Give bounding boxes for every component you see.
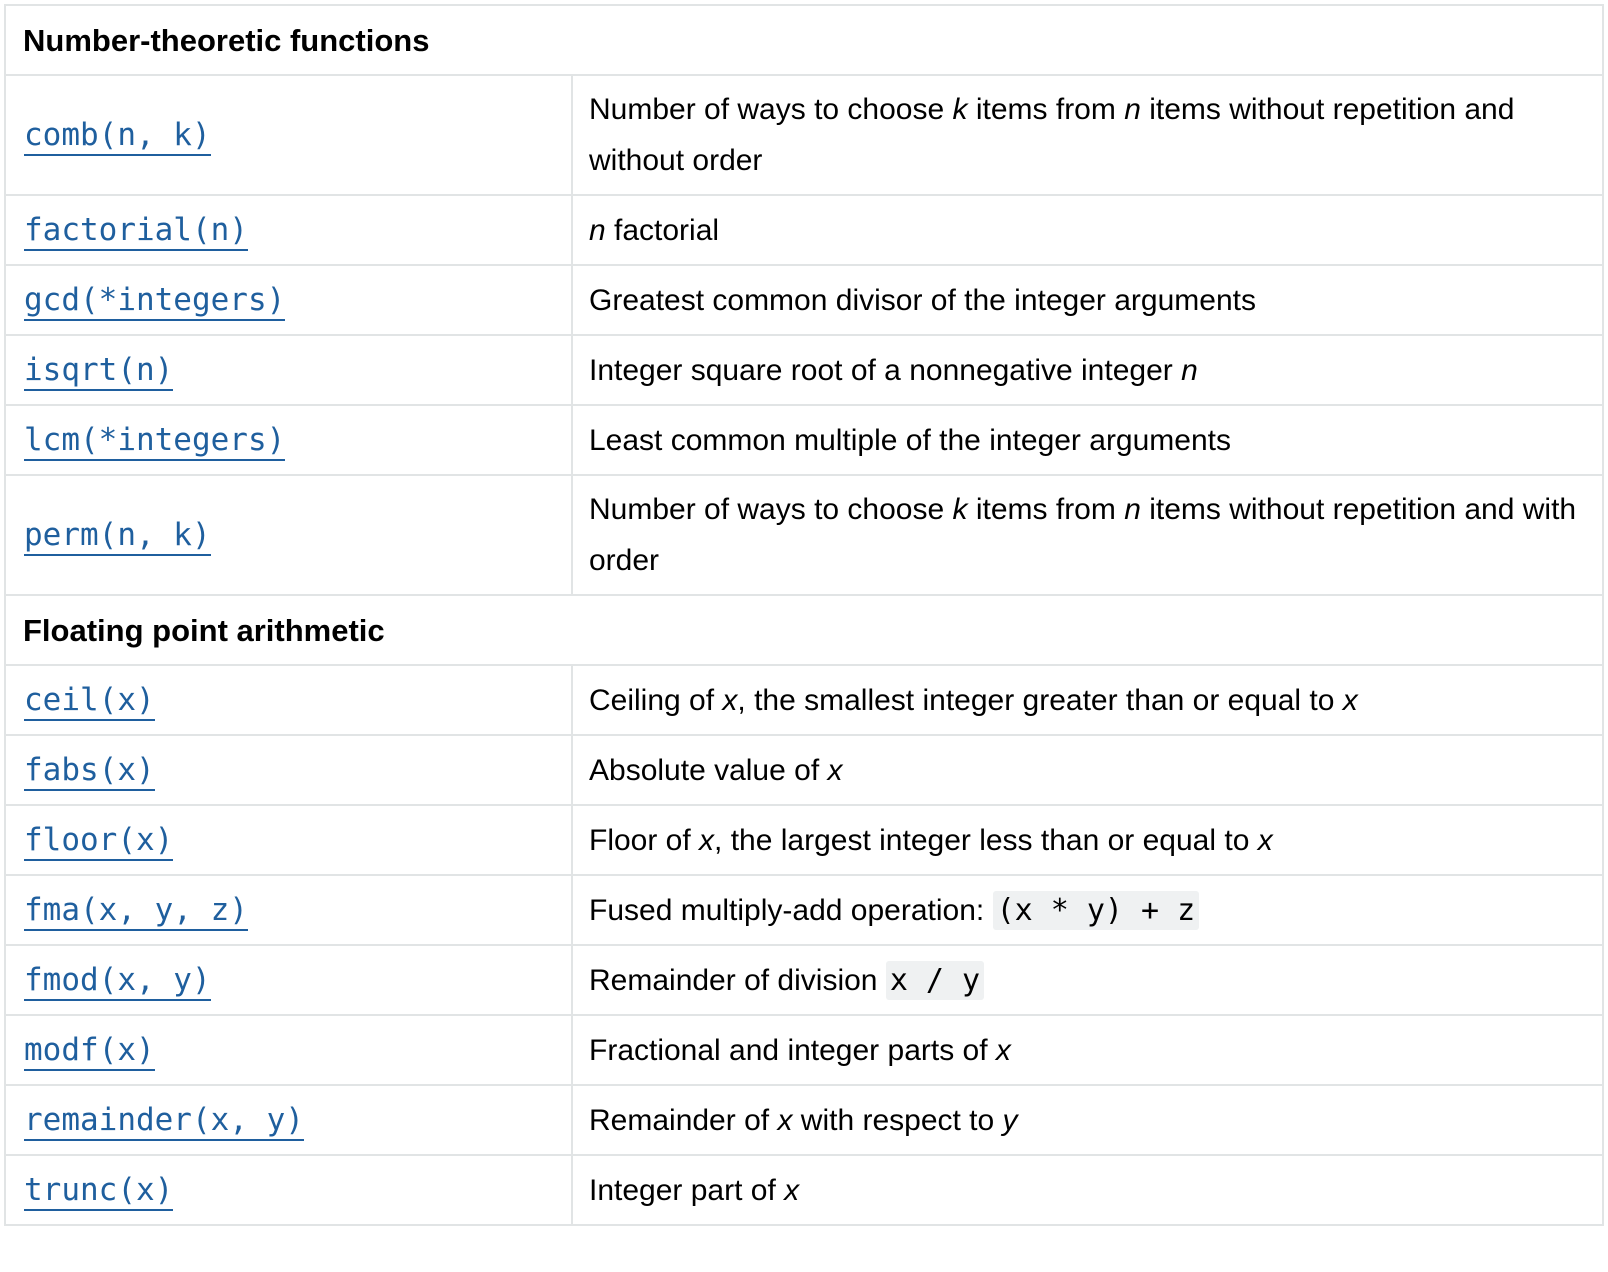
section-header-row: Number-theoretic functions (4, 4, 1604, 76)
table-row: fma(x, y, z) Fused multiply-add operation… (4, 874, 1604, 946)
table-row: factorial(n) n factorial (4, 194, 1604, 266)
math-variable: n (1124, 93, 1141, 126)
math-variable: x (699, 823, 715, 857)
table-row: lcm(*integers) Least common multiple of t… (4, 404, 1604, 476)
description-cell: Integer part of x (571, 1154, 1604, 1226)
table-row: fmod(x, y) Remainder of division x / y (4, 944, 1604, 1016)
function-cell: ceil(x) (4, 664, 573, 736)
table-row: gcd(*integers) Greatest common divisor of… (4, 264, 1604, 336)
function-cell: factorial(n) (4, 194, 573, 266)
function-cell: lcm(*integers) (4, 404, 573, 476)
table-row: comb(n, k) Number of ways to choose k ite… (4, 74, 1604, 196)
description-text: Ceiling of (589, 683, 723, 717)
function-cell: gcd(*integers) (4, 264, 573, 336)
function-link[interactable]: fmod(x, y) (24, 961, 211, 1001)
description-text: Remainder of division (589, 963, 886, 997)
table-row: remainder(x, y) Remainder of x with respe… (4, 1084, 1604, 1156)
math-variable: n (1124, 493, 1141, 526)
table-row: isqrt(n) Integer square root of a nonnega… (4, 334, 1604, 406)
function-link[interactable]: isqrt(n) (24, 351, 174, 391)
description-text: items from (967, 493, 1125, 526)
table-row: floor(x) Floor of x, the largest integer … (4, 804, 1604, 876)
table-row: fabs(x) Absolute value of x (4, 734, 1604, 806)
description-text: Integer square root of a nonnegative int… (589, 353, 1182, 387)
math-variable: y (1002, 1103, 1018, 1137)
description-cell: Least common multiple of the integer arg… (571, 404, 1604, 476)
description-text: factorial (605, 213, 720, 247)
function-link[interactable]: perm(n, k) (24, 516, 211, 556)
description-text: Remainder of (589, 1103, 778, 1137)
description-text: Fractional and integer parts of (589, 1033, 996, 1067)
section-title: Floating point arithmetic (4, 594, 1604, 666)
function-link[interactable]: modf(x) (24, 1031, 155, 1071)
function-cell: isqrt(n) (4, 334, 573, 406)
function-link[interactable]: ceil(x) (24, 681, 155, 721)
description-cell: n factorial (571, 194, 1604, 266)
description-text: Number of ways to choose (589, 93, 953, 126)
function-link[interactable]: fabs(x) (24, 751, 155, 791)
math-variable: x (722, 683, 738, 717)
function-cell: comb(n, k) (4, 74, 573, 196)
description-text: Greatest common divisor of the integer a… (589, 283, 1256, 317)
function-link[interactable]: fma(x, y, z) (24, 891, 248, 931)
function-link[interactable]: floor(x) (24, 821, 174, 861)
description-text: items from (967, 93, 1125, 126)
math-variable: x (827, 753, 843, 787)
description-cell: Number of ways to choose k items from n … (571, 74, 1604, 196)
description-cell: Fused multiply-add operation: (x * y) + … (571, 874, 1604, 946)
description-text: Least common multiple of the integer arg… (589, 423, 1231, 457)
description-cell: Absolute value of x (571, 734, 1604, 806)
math-variable: x (995, 1033, 1011, 1067)
table-row: trunc(x) Integer part of x (4, 1154, 1604, 1226)
description-text: Floor of (589, 823, 700, 857)
function-cell: remainder(x, y) (4, 1084, 573, 1156)
section-title: Number-theoretic functions (4, 4, 1604, 76)
math-variable: n (589, 213, 606, 247)
function-cell: trunc(x) (4, 1154, 573, 1226)
math-variable: x (784, 1173, 800, 1207)
description-cell: Number of ways to choose k items from n … (571, 474, 1604, 596)
function-cell: floor(x) (4, 804, 573, 876)
math-variable: x (1257, 823, 1273, 857)
description-cell: Floor of x, the largest integer less tha… (571, 804, 1604, 876)
function-link[interactable]: remainder(x, y) (24, 1101, 304, 1141)
math-variable: x (1342, 683, 1358, 717)
inline-code: x / y (885, 960, 985, 1000)
description-cell: Fractional and integer parts of x (571, 1014, 1604, 1086)
function-link[interactable]: lcm(*integers) (24, 421, 286, 461)
function-link[interactable]: trunc(x) (24, 1171, 174, 1211)
description-cell: Greatest common divisor of the integer a… (571, 264, 1604, 336)
function-link[interactable]: comb(n, k) (24, 116, 211, 156)
table-row: modf(x) Fractional and integer parts of x (4, 1014, 1604, 1086)
function-table: Number-theoretic functions comb(n, k) Numb… (4, 4, 1604, 1226)
description-cell: Integer square root of a nonnegative int… (571, 334, 1604, 406)
description-text: Integer part of (589, 1173, 785, 1207)
math-variable: k (952, 93, 968, 126)
description-text: Fused multiply-add operation: (589, 893, 993, 927)
table-row: ceil(x) Ceiling of x, the smallest intege… (4, 664, 1604, 736)
function-cell: modf(x) (4, 1014, 573, 1086)
math-variable: n (1181, 353, 1198, 387)
description-cell: Remainder of division x / y (571, 944, 1604, 1016)
function-cell: fma(x, y, z) (4, 874, 573, 946)
math-variable: x (777, 1103, 793, 1137)
description-cell: Remainder of x with respect to y (571, 1084, 1604, 1156)
description-text: Absolute value of (589, 753, 828, 787)
function-link[interactable]: factorial(n) (24, 211, 248, 251)
description-text: with respect to (792, 1103, 1003, 1137)
function-cell: fabs(x) (4, 734, 573, 806)
table-row: perm(n, k) Number of ways to choose k ite… (4, 474, 1604, 596)
math-variable: k (952, 493, 968, 526)
inline-code: (x * y) + z (992, 890, 1200, 930)
description-text: Number of ways to choose (589, 493, 953, 526)
function-cell: perm(n, k) (4, 474, 573, 596)
function-link[interactable]: gcd(*integers) (24, 281, 286, 321)
function-reference: Number-theoretic functions comb(n, k) Numb… (4, 4, 1604, 1226)
description-text: , the smallest integer greater than or e… (737, 683, 1343, 717)
description-cell: Ceiling of x, the smallest integer great… (571, 664, 1604, 736)
function-cell: fmod(x, y) (4, 944, 573, 1016)
description-text: , the largest integer less than or equal… (714, 823, 1258, 857)
section-header-row: Floating point arithmetic (4, 594, 1604, 666)
